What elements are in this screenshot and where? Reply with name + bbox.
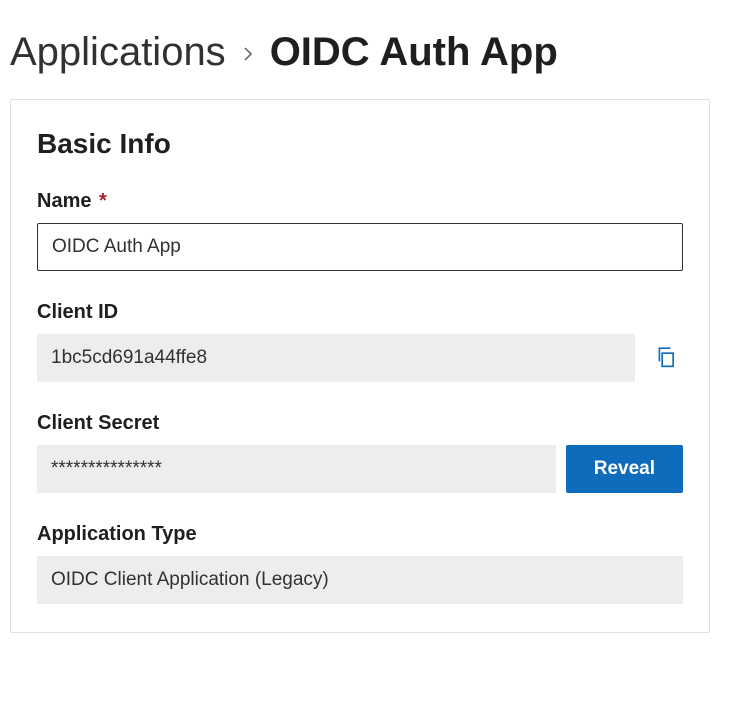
client-secret-row: *************** Reveal [37,445,683,493]
client-id-row: 1bc5cd691a44ffe8 [37,334,683,382]
basic-info-card: Basic Info Name * Client ID 1bc5cd691a44… [10,99,710,633]
name-label: Name * [37,190,683,213]
name-input[interactable] [37,223,683,271]
chevron-right-icon [240,37,256,69]
required-asterisk: * [99,190,107,212]
name-label-text: Name [37,190,91,212]
copy-icon [655,346,677,371]
client-secret-label: Client Secret [37,412,683,435]
client-secret-value: *************** [37,445,556,493]
breadcrumb-parent[interactable]: Applications [10,30,226,75]
client-id-value: 1bc5cd691a44ffe8 [37,334,635,382]
client-id-field: Client ID 1bc5cd691a44ffe8 [37,301,683,382]
reveal-button[interactable]: Reveal [566,445,683,493]
app-type-label: Application Type [37,523,683,546]
card-title: Basic Info [37,128,683,160]
copy-button[interactable] [649,340,683,377]
app-type-field: Application Type OIDC Client Application… [37,523,683,604]
client-id-label: Client ID [37,301,683,324]
breadcrumb-current: OIDC Auth App [270,30,558,75]
breadcrumb: Applications OIDC Auth App [0,0,730,75]
app-type-value: OIDC Client Application (Legacy) [37,556,683,604]
client-secret-field: Client Secret *************** Reveal [37,412,683,493]
name-field: Name * [37,190,683,271]
